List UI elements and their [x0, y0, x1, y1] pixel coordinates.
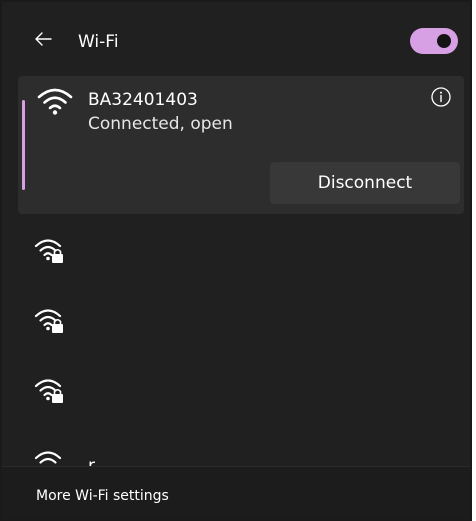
wifi-header: Wi-Fi [2, 2, 470, 66]
network-name: BA32401403 [88, 90, 198, 110]
wifi-full-signal-icon [37, 88, 73, 115]
selection-indicator [22, 100, 25, 190]
footer: More Wi-Fi settings [2, 466, 470, 519]
network-status: Connected, open [88, 114, 233, 134]
wifi-secured-icon [34, 239, 63, 263]
back-arrow-icon [35, 32, 52, 46]
wifi-secured-icon [34, 309, 63, 333]
wifi-quick-settings-panel: Wi-Fi BA32401403 Connected, open Disconn… [0, 0, 472, 521]
connected-network-item[interactable]: BA32401403 Connected, open Disconnect [18, 76, 464, 214]
wifi-network-item[interactable] [18, 366, 464, 432]
wifi-network-item[interactable] [18, 296, 464, 362]
wifi-network-item[interactable]: r. [18, 436, 464, 466]
network-name: r. [88, 456, 99, 466]
page-title: Wi-Fi [78, 32, 119, 52]
back-button[interactable] [32, 28, 54, 50]
toggle-knob [437, 34, 451, 48]
more-wifi-settings-link[interactable]: More Wi-Fi settings [36, 488, 169, 504]
wifi-toggle[interactable] [410, 28, 458, 54]
wifi-secured-icon [34, 379, 63, 403]
disconnect-button[interactable]: Disconnect [270, 162, 460, 204]
wifi-icon [34, 451, 62, 464]
info-icon[interactable] [430, 86, 452, 108]
wifi-network-item[interactable] [18, 226, 464, 292]
